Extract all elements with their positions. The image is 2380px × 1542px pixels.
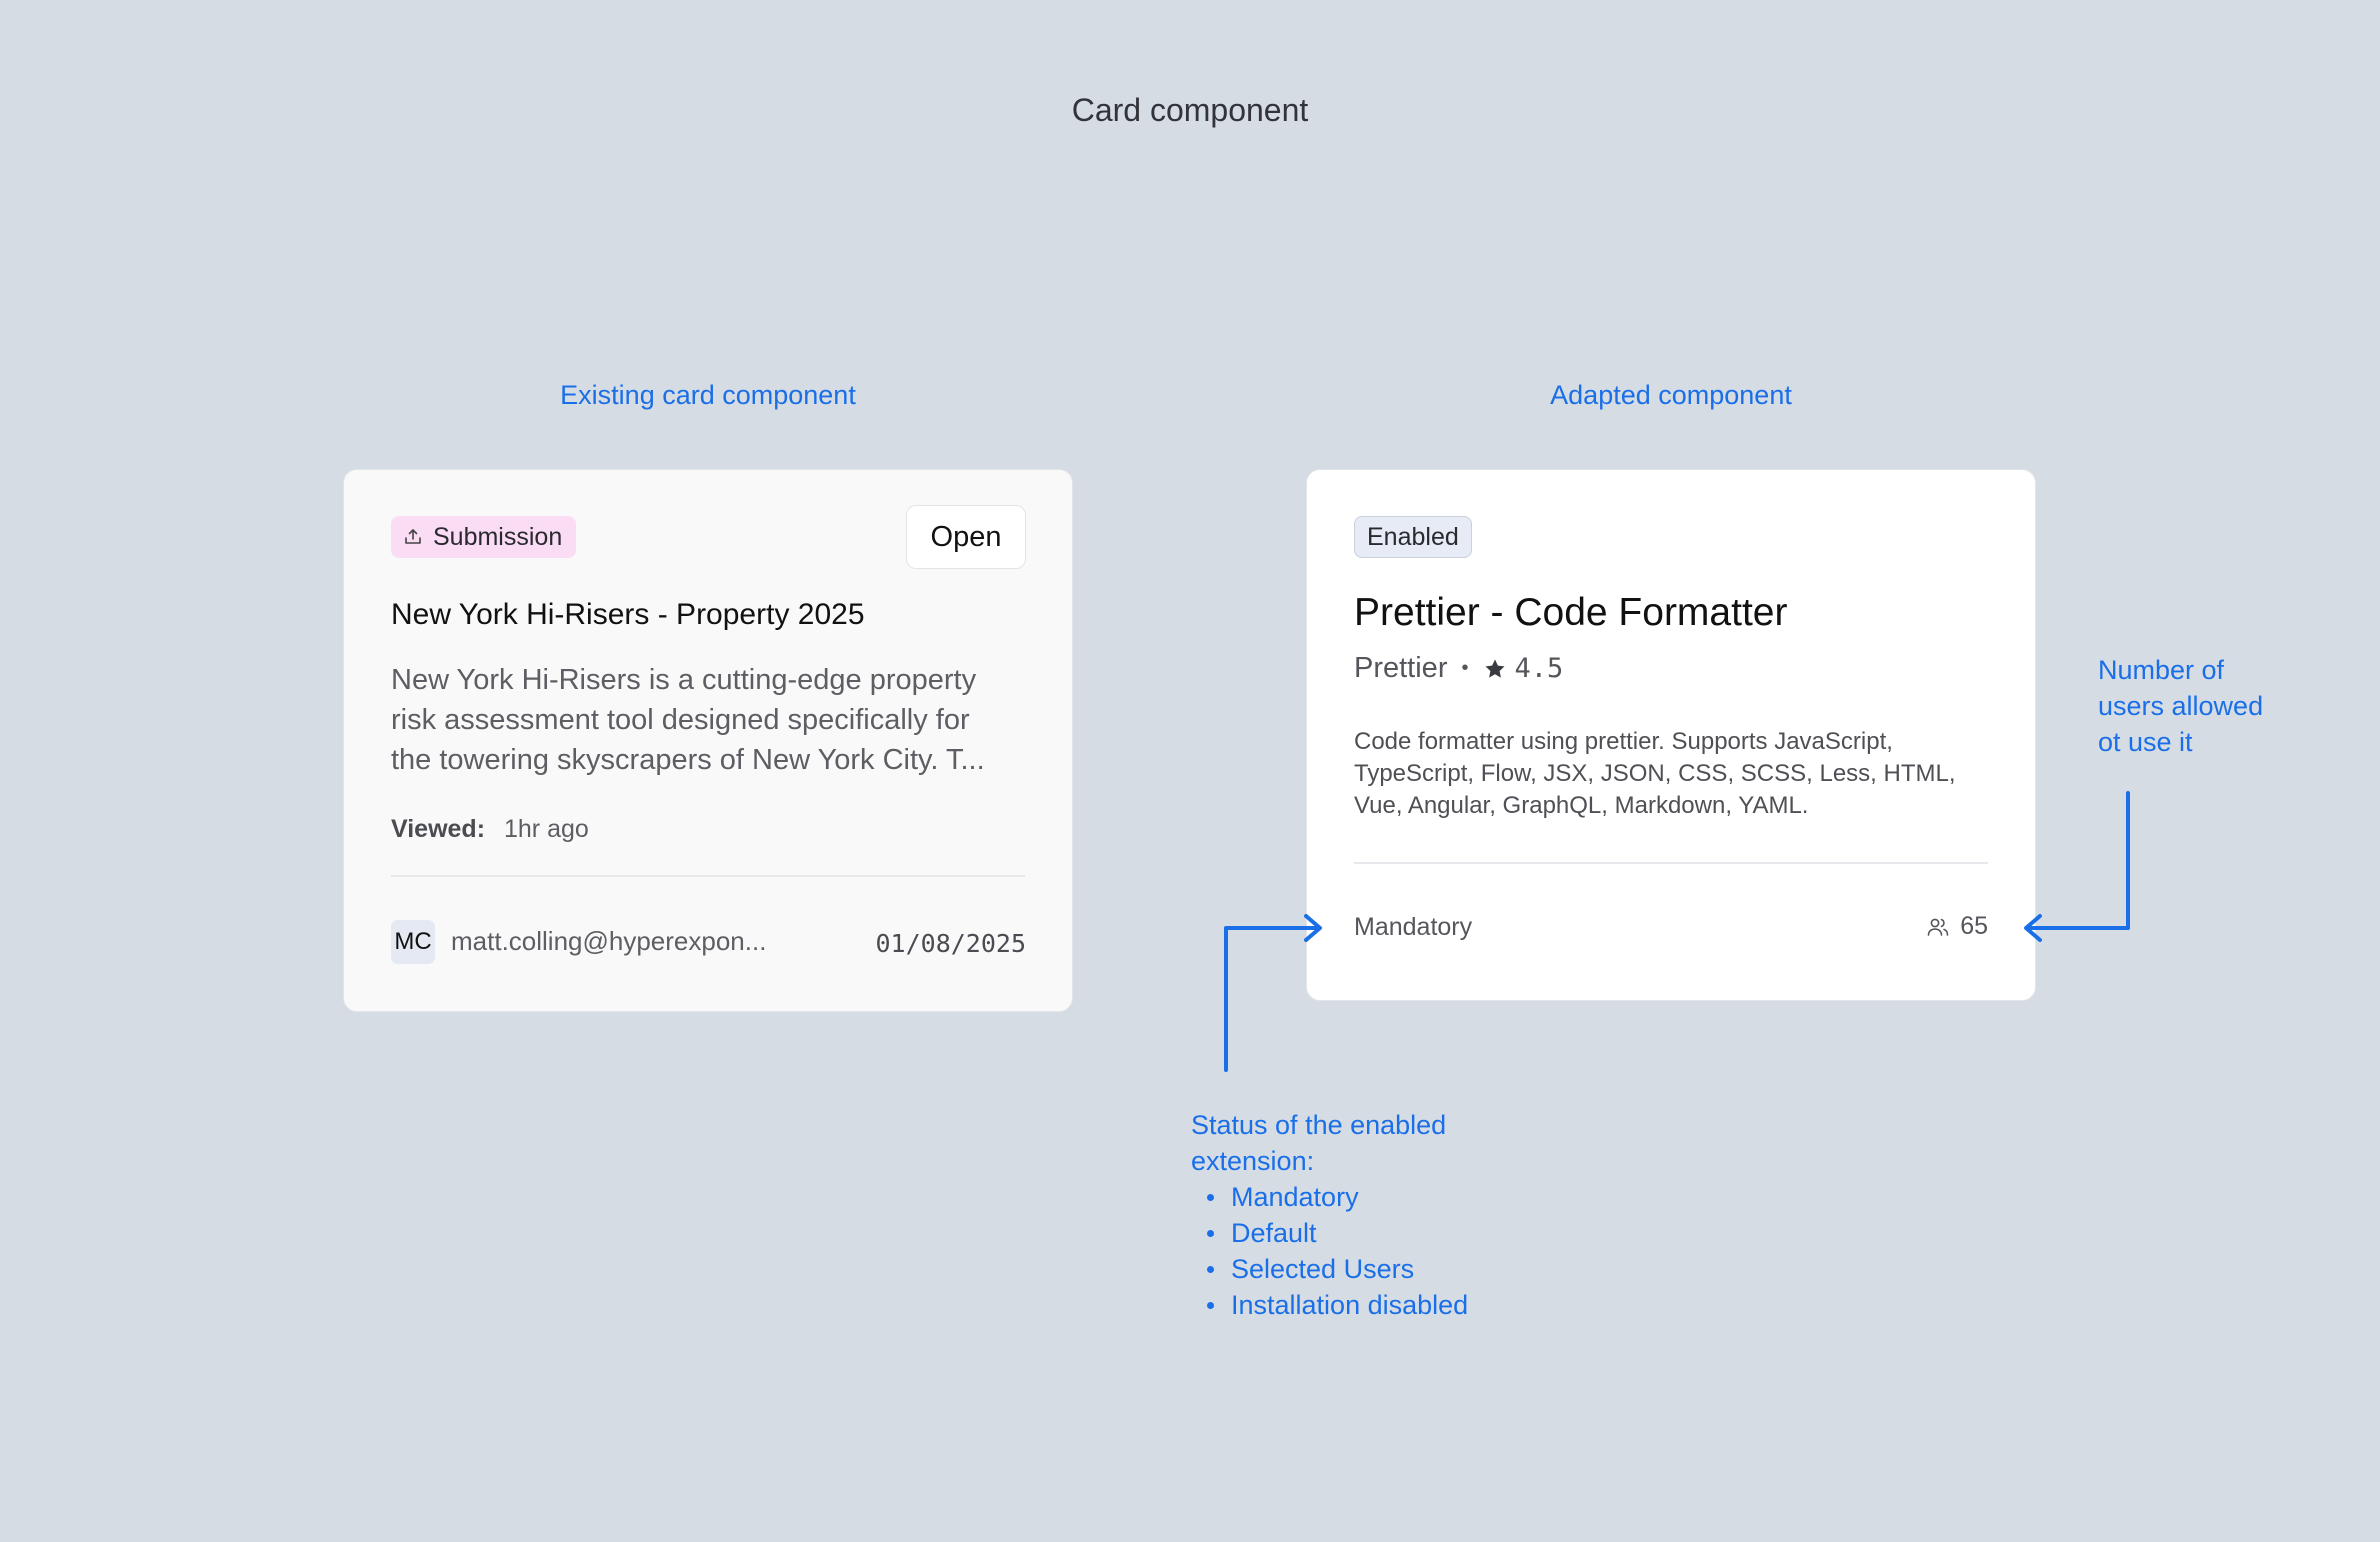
- annotation-line: Status of the enabled: [1191, 1110, 1447, 1140]
- extension-status: Mandatory: [1354, 913, 1473, 941]
- annotation-line: ot use it: [2098, 727, 2193, 757]
- extension-description: Code formatter using prettier. Supports …: [1354, 728, 1956, 819]
- annotation-line: extension:: [1191, 1146, 1315, 1176]
- card-description: New York Hi-Risers is a cutting-edge pro…: [391, 660, 1031, 780]
- users-arrow-line: [2026, 791, 2130, 930]
- users-count-value: 65: [1960, 912, 1988, 940]
- description-line: New York Hi-Risers is a cutting-edge pro…: [391, 664, 977, 696]
- avatar: MC: [391, 920, 435, 964]
- description-line: risk assessment tool designed specifical…: [391, 704, 970, 736]
- card-title: New York Hi-Risers - Property 2025: [391, 598, 865, 631]
- adapted-card-label: Adapted component: [1550, 380, 1792, 410]
- annotation-line: users allowed: [2098, 691, 2264, 721]
- extension-title: Prettier - Code Formatter: [1354, 591, 1788, 634]
- page-title: Card component: [1071, 92, 1309, 128]
- status-annotation: Status of the enabled extension: Mandato…: [1191, 1107, 1468, 1323]
- status-arrow-line: [1224, 926, 1320, 1072]
- viewed-info: Viewed: 1hr ago: [391, 815, 589, 844]
- enabled-tag: Enabled: [1354, 516, 1472, 558]
- star-icon: [1485, 659, 1504, 678]
- owner-email: matt.colling@hyperexpon...: [451, 926, 767, 956]
- status-options-list: Mandatory Default Selected Users Install…: [1191, 1179, 1468, 1323]
- submission-tag: Submission: [391, 516, 577, 558]
- divider: [1354, 862, 1988, 864]
- existing-card[interactable]: Submission Open New York Hi-Risers - Pro…: [343, 469, 1073, 1012]
- viewed-value: 1hr ago: [503, 815, 589, 843]
- viewed-label: Viewed:: [391, 815, 486, 843]
- publisher-name: Prettier: [1354, 652, 1448, 684]
- extension-meta: Prettier • 4.5: [1354, 652, 1563, 685]
- meta-separator: •: [1461, 657, 1469, 679]
- open-button[interactable]: Open: [906, 505, 1026, 569]
- description-line: the towering skyscrapers of New York Cit…: [391, 744, 985, 776]
- users-annotation: Number of users allowed ot use it: [2098, 652, 2263, 760]
- divider: [391, 875, 1025, 877]
- status-option: Mandatory: [1191, 1179, 1468, 1215]
- status-option: Installation disabled: [1191, 1287, 1468, 1323]
- existing-card-label: Existing card component: [560, 380, 856, 410]
- rating-value: 4.5: [1514, 653, 1564, 684]
- annotation-line: Number of: [2098, 655, 2225, 685]
- users-count: 65: [1926, 912, 1988, 941]
- users-icon: [1927, 918, 1949, 936]
- card-date: 01/08/2025: [875, 929, 1026, 958]
- status-option: Selected Users: [1191, 1251, 1468, 1287]
- upload-tray-icon: [405, 529, 421, 544]
- status-option: Default: [1191, 1215, 1468, 1251]
- submission-tag-label: Submission: [433, 522, 563, 551]
- adapted-card[interactable]: Enabled Prettier - Code Formatter Pretti…: [1306, 469, 2036, 1001]
